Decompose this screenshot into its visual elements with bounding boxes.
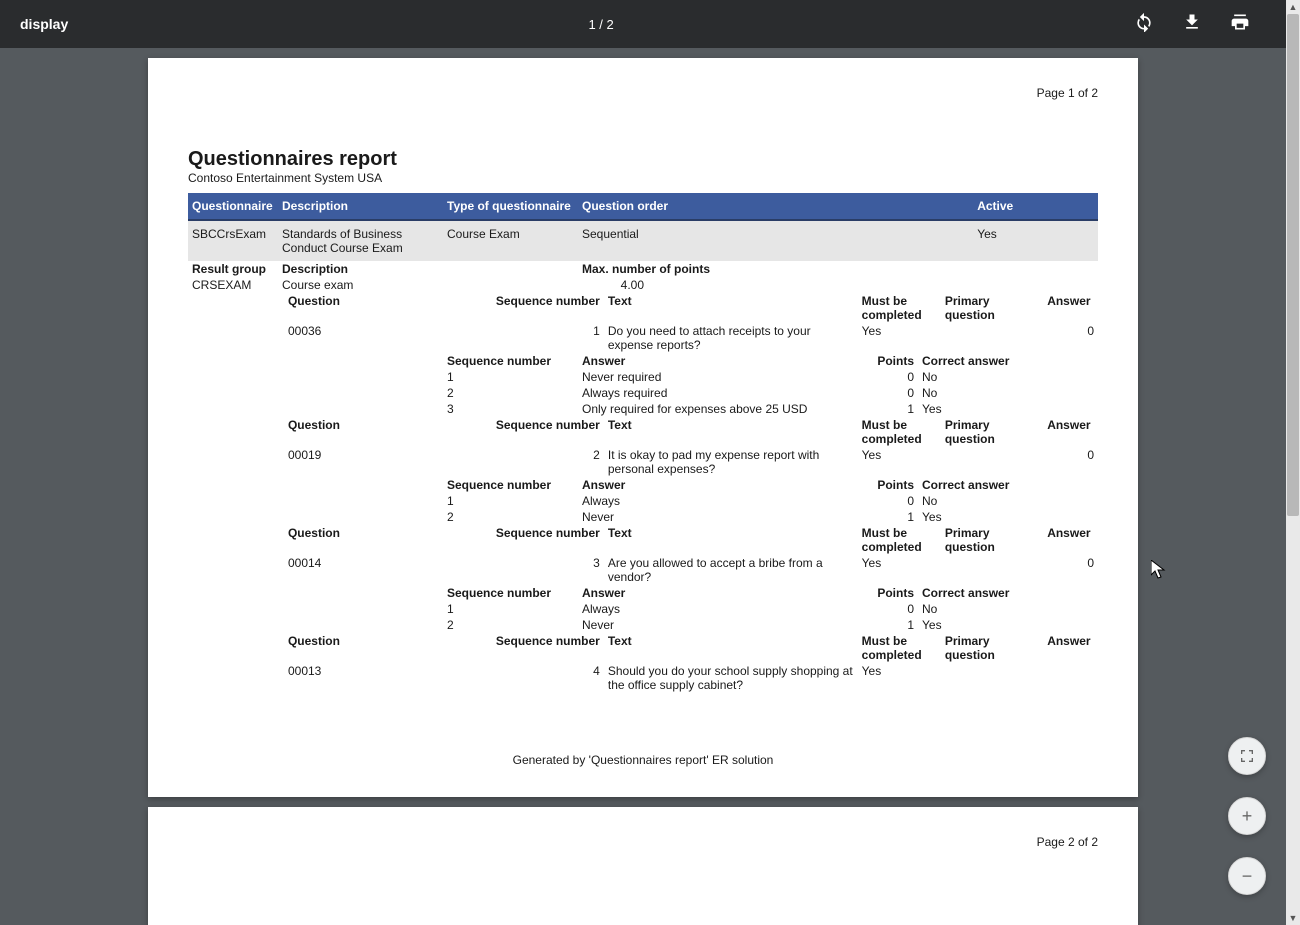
ans-answer-label: Answer [578,585,858,601]
pdf-toolbar: display 1 / 2 [0,0,1300,48]
primary-label: Primary question [941,293,1043,323]
question-block: QuestionSequence numberTextMust be compl… [188,417,1098,477]
answer-row: 2Always required0No [188,385,1098,401]
sequence-label: Sequence number [460,633,604,663]
answers-block: Sequence numberAnswerPointsCorrect answe… [188,585,1098,633]
must-label: Must be completed [858,633,941,663]
primary-label: Primary question [941,525,1043,555]
must-label: Must be completed [858,525,941,555]
col-order: Question order [578,193,973,220]
report-table: Questionnaire Description Type of questi… [188,193,1098,261]
document-title: display [20,16,68,32]
answers-block: Sequence numberAnswerPointsCorrect answe… [188,477,1098,525]
question-label: Question [284,417,460,447]
sequence-label: Sequence number [460,525,604,555]
question-block: QuestionSequence numberTextMust be compl… [188,525,1098,585]
zoom-out-button[interactable]: − [1228,857,1266,895]
document-scroll-area[interactable]: Page 1 of 2 Questionnaires report Contos… [0,48,1286,925]
scroll-up-icon[interactable]: ▲ [1286,0,1300,14]
text-label: Text [604,417,858,447]
question-row: 000143Are you allowed to accept a bribe … [188,555,1098,585]
answer-label: Answer [1043,293,1098,323]
col-questionnaire: Questionnaire [188,193,278,220]
pdf-page-1: Page 1 of 2 Questionnaires report Contos… [148,58,1138,797]
download-icon[interactable] [1182,12,1202,37]
question-row: 000192It is okay to pad my expense repor… [188,447,1098,477]
text-label: Text [604,293,858,323]
answer-label: Answer [1043,633,1098,663]
report-subtitle: Contoso Entertainment System USA [188,171,1098,185]
answer-row: 1Never required0No [188,369,1098,385]
col-description: Description [278,193,443,220]
page-indicator: 1 / 2 [68,17,1134,32]
question-block: QuestionSequence numberTextMust be compl… [188,633,1098,693]
col-type: Type of questionnaire [443,193,578,220]
answer-row: 1Always0No [188,601,1098,617]
ans-correct-label: Correct answer [918,477,1098,493]
ans-correct-label: Correct answer [918,353,1098,369]
page-number-label: Page 2 of 2 [188,835,1098,849]
questionnaire-row: SBCCrsExam Standards of Business Conduct… [188,220,1098,261]
vertical-scrollbar[interactable]: ▲ ▼ [1286,0,1300,925]
result-group-table: Result group Description Max. number of … [188,261,1098,293]
pdf-page-2: Page 2 of 2 [148,807,1138,925]
scroll-down-icon[interactable]: ▼ [1286,911,1300,925]
page-number-label: Page 1 of 2 [188,86,1098,100]
answer-row: 3Only required for expenses above 25 USD… [188,401,1098,417]
report-footer: Generated by 'Questionnaires report' ER … [188,753,1098,767]
text-label: Text [604,525,858,555]
answers-block: Sequence numberAnswerPointsCorrect answe… [188,353,1098,417]
sequence-label: Sequence number [460,417,604,447]
answer-row: 2Never1Yes [188,509,1098,525]
must-label: Must be completed [858,293,941,323]
answer-label: Answer [1043,417,1098,447]
primary-label: Primary question [941,633,1043,663]
question-row: 000134Should you do your school supply s… [188,663,1098,693]
ans-points-label: Points [858,585,918,601]
question-label: Question [284,525,460,555]
ans-correct-label: Correct answer [918,585,1098,601]
answer-row: 1Always0No [188,493,1098,509]
ans-answer-label: Answer [578,353,858,369]
answer-label: Answer [1043,525,1098,555]
must-label: Must be completed [858,417,941,447]
print-icon[interactable] [1230,12,1250,37]
question-label: Question [284,633,460,663]
ans-seq-label: Sequence number [443,585,578,601]
ans-seq-label: Sequence number [443,353,578,369]
question-row: 000361Do you need to attach receipts to … [188,323,1098,353]
question-block: QuestionSequence numberTextMust be compl… [188,293,1098,353]
report-title: Questionnaires report [188,148,1098,171]
col-active: Active [973,193,1098,220]
question-label: Question [284,293,460,323]
table-header-row: Questionnaire Description Type of questi… [188,193,1098,220]
primary-label: Primary question [941,417,1043,447]
sequence-label: Sequence number [460,293,604,323]
ans-points-label: Points [858,477,918,493]
zoom-in-button[interactable]: + [1228,797,1266,835]
text-label: Text [604,633,858,663]
ans-points-label: Points [858,353,918,369]
ans-seq-label: Sequence number [443,477,578,493]
fit-page-button[interactable] [1228,737,1266,775]
scrollbar-thumb[interactable] [1287,14,1299,516]
rotate-icon[interactable] [1134,12,1154,37]
answer-row: 2Never1Yes [188,617,1098,633]
ans-answer-label: Answer [578,477,858,493]
